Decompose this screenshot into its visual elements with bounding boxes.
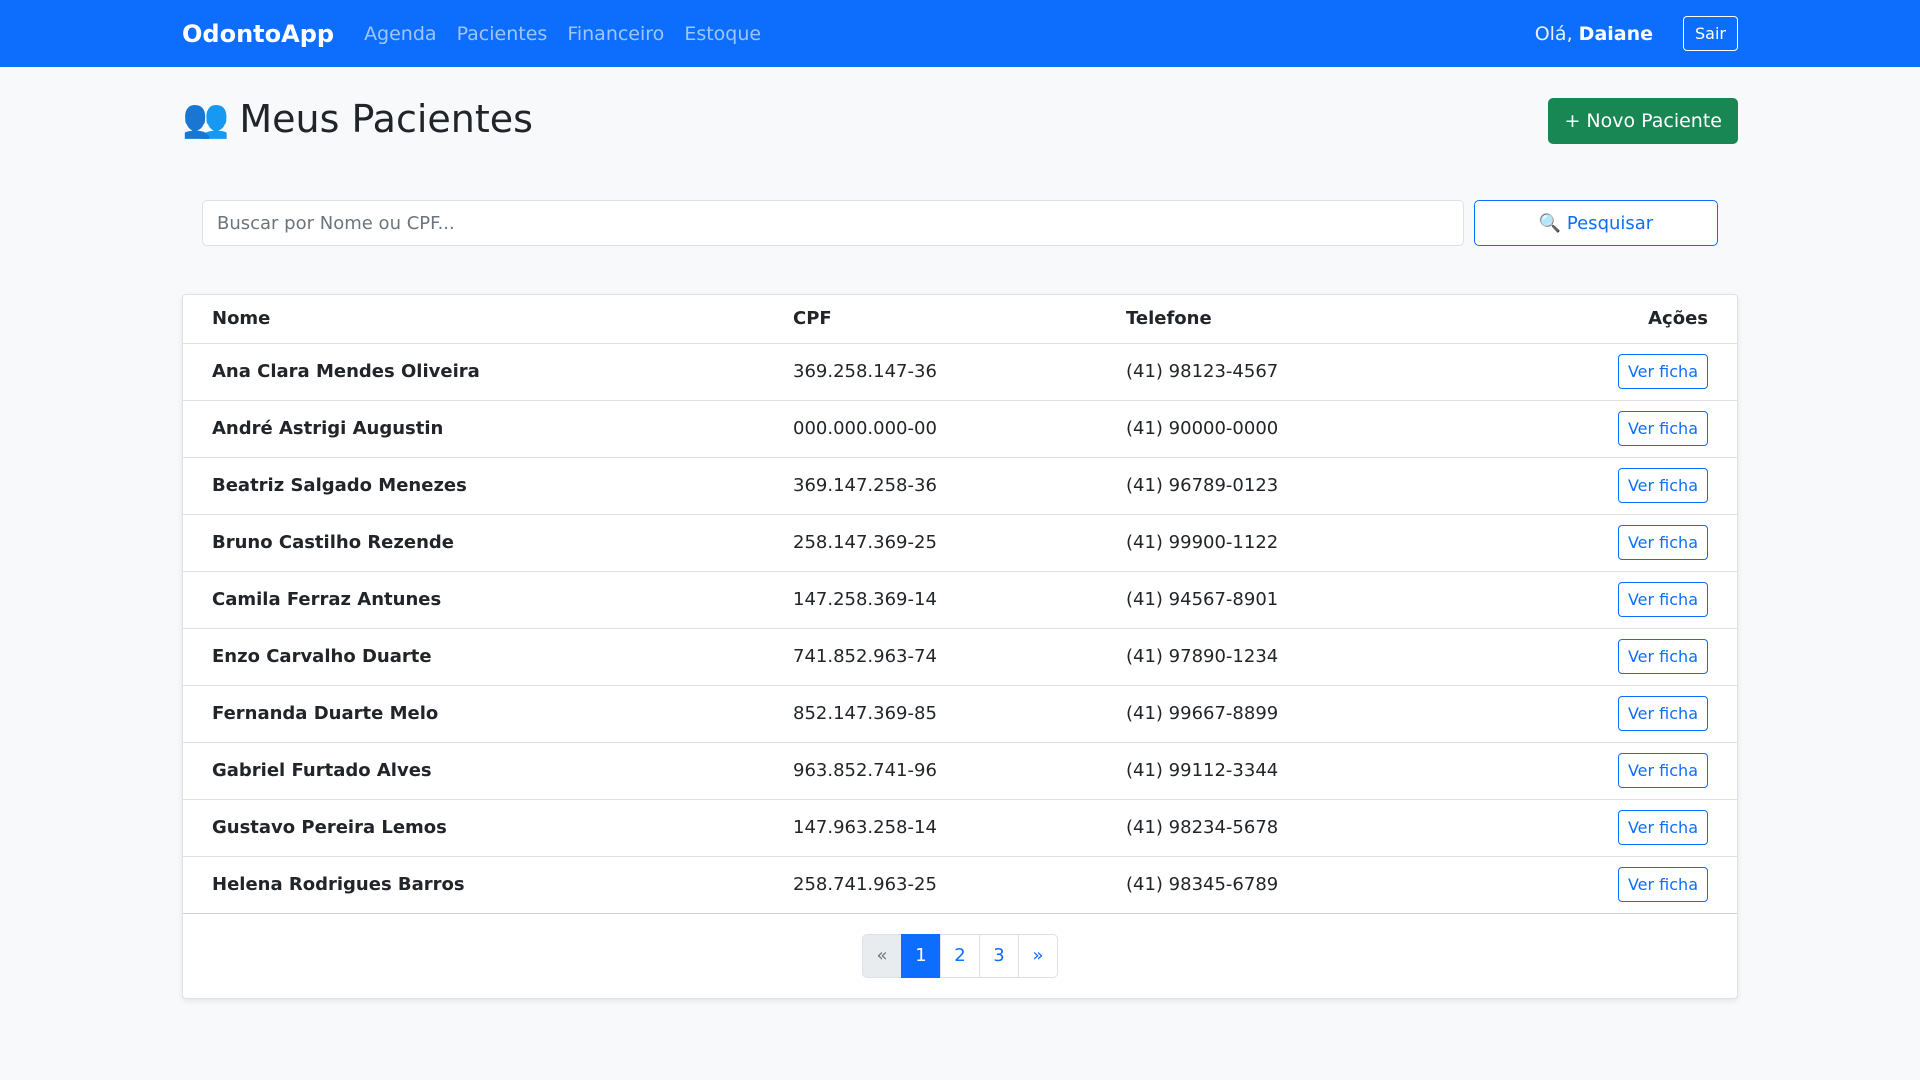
- patient-cpf: 147.963.258-14: [764, 799, 1097, 857]
- patient-cpf: 000.000.000-00: [764, 400, 1097, 458]
- search-bar: 🔍 Pesquisar: [182, 200, 1738, 246]
- patient-name: Fernanda Duarte Melo: [183, 685, 764, 743]
- patient-actions: Ver ficha: [1472, 571, 1737, 629]
- patient-cpf: 147.258.369-14: [764, 571, 1097, 629]
- table-row: Ana Clara Mendes Oliveira 369.258.147-36(…: [183, 343, 1737, 401]
- patient-phone: (41) 98234-5678: [1097, 799, 1473, 857]
- search-input[interactable]: [202, 200, 1464, 246]
- view-record-button[interactable]: Ver ficha: [1617, 696, 1708, 731]
- new-patient-button[interactable]: + Novo Paciente: [1548, 98, 1738, 144]
- table-row: Fernanda Duarte Melo 852.147.369-85 (41) 9…: [183, 685, 1737, 743]
- patient-cpf: 258.147.369-25: [764, 514, 1097, 572]
- table-row: Bruno Castilho Rezende 258.147.369-25 (41)…: [183, 514, 1737, 572]
- patient-phone: (41) 98345-6789: [1097, 856, 1473, 914]
- patient-name: Helena Rodrigues Barros: [183, 856, 764, 914]
- top-navbar: OdontoApp Agenda Pacientes Financeiro Es…: [0, 0, 1920, 67]
- patient-phone: (41) 99900-1122: [1097, 514, 1473, 572]
- patient-actions: Ver ficha: [1472, 685, 1737, 743]
- column-header-actions: Ações: [1472, 295, 1737, 344]
- patient-name: Gustavo Pereira Lemos: [183, 799, 764, 857]
- patients-table: Nome CPF Telefone Ações Ana Clara Mendes…: [183, 295, 1737, 914]
- patient-cpf: 852.147.369-85: [764, 685, 1097, 743]
- patient-actions: Ver ficha: [1472, 514, 1737, 572]
- brand-logo[interactable]: OdontoApp: [182, 20, 334, 48]
- patient-actions: Ver ficha: [1472, 799, 1737, 857]
- logout-button[interactable]: Sair: [1683, 16, 1738, 51]
- patient-name: Camila Ferraz Antunes: [183, 571, 764, 629]
- pagination-wrapper: « 1 2 3 »: [183, 914, 1737, 998]
- patient-name: Bruno Castilho Rezende: [183, 514, 764, 572]
- page-header: 👥 Meus Pacientes + Novo Paciente: [182, 67, 1738, 144]
- table-row: André Astrigi Augustin 000.000.000-00 (41)…: [183, 400, 1737, 458]
- patient-name: Ana Clara Mendes Oliveira: [183, 343, 764, 401]
- pagination-page-1[interactable]: 1: [901, 933, 941, 978]
- patient-phone: (41) 96789-0123: [1097, 457, 1473, 515]
- user-greeting: Olá, Daiane: [1535, 23, 1653, 45]
- patient-actions: Ver ficha: [1472, 343, 1737, 401]
- table-row: Beatriz Salgado Menezes 369.147.258-36 (41…: [183, 457, 1737, 515]
- view-record-button[interactable]: Ver ficha: [1617, 753, 1708, 788]
- nav-link-pacientes[interactable]: Pacientes: [457, 23, 548, 45]
- patient-name: Beatriz Salgado Menezes: [183, 457, 764, 515]
- patient-phone: (41) 99667-8899: [1097, 685, 1473, 743]
- pagination: « 1 2 3 »: [862, 933, 1058, 978]
- user-name: Daiane: [1578, 22, 1654, 45]
- main-container: 👥 Meus Pacientes + Novo Paciente 🔍 Pesqu…: [0, 67, 1920, 999]
- pagination-page-3[interactable]: 3: [979, 933, 1019, 978]
- patient-phone: (41) 99112-3344: [1097, 742, 1473, 800]
- view-record-button[interactable]: Ver ficha: [1617, 582, 1708, 617]
- view-record-button[interactable]: Ver ficha: [1617, 354, 1708, 389]
- page-title-text: Meus Pacientes: [239, 96, 533, 141]
- table-row: Gustavo Pereira Lemos 147.963.258-14 (41) …: [183, 799, 1737, 857]
- patient-cpf: 258.741.963-25: [764, 856, 1097, 914]
- pagination-next[interactable]: »: [1018, 933, 1058, 978]
- patient-cpf: 369.147.258-36: [764, 457, 1097, 515]
- view-record-button[interactable]: Ver ficha: [1617, 867, 1708, 902]
- column-header-cpf: CPF: [764, 295, 1097, 344]
- patient-actions: Ver ficha: [1472, 400, 1737, 458]
- patient-actions: Ver ficha: [1472, 457, 1737, 515]
- page-title: 👥 Meus Pacientes: [182, 96, 533, 141]
- view-record-button[interactable]: Ver ficha: [1617, 525, 1708, 560]
- table-header-row: Nome CPF Telefone Ações: [183, 295, 1737, 344]
- column-header-phone: Telefone: [1097, 295, 1473, 344]
- pagination-page-2[interactable]: 2: [940, 933, 980, 978]
- view-record-button[interactable]: Ver ficha: [1617, 411, 1708, 446]
- users-icon: 👥: [182, 96, 230, 140]
- patient-cpf: 741.852.963-74: [764, 628, 1097, 686]
- patient-phone: (41) 98123-4567: [1097, 343, 1473, 401]
- table-row: Gabriel Furtado Alves 963.852.741-96 (41) …: [183, 742, 1737, 800]
- view-record-button[interactable]: Ver ficha: [1617, 810, 1708, 845]
- greeting-prefix: Olá,: [1534, 22, 1573, 45]
- patient-actions: Ver ficha: [1472, 856, 1737, 914]
- patient-name: Gabriel Furtado Alves: [183, 742, 764, 800]
- nav-link-estoque[interactable]: Estoque: [684, 23, 761, 45]
- patient-cpf: 369.258.147-36: [764, 343, 1097, 401]
- patient-phone: (41) 90000-0000: [1097, 400, 1473, 458]
- nav-link-agenda[interactable]: Agenda: [364, 23, 437, 45]
- view-record-button[interactable]: Ver ficha: [1617, 639, 1708, 674]
- pagination-prev[interactable]: «: [862, 933, 902, 978]
- patient-phone: (41) 97890-1234: [1097, 628, 1473, 686]
- patient-actions: Ver ficha: [1472, 628, 1737, 686]
- table-row: Enzo Carvalho Duarte 741.852.963-74 (41) 9…: [183, 628, 1737, 686]
- patient-cpf: 963.852.741-96: [764, 742, 1097, 800]
- column-header-name: Nome: [183, 295, 764, 344]
- table-row: Helena Rodrigues Barros 258.741.963-25 (41…: [183, 856, 1737, 914]
- patients-card: Nome CPF Telefone Ações Ana Clara Mendes…: [182, 294, 1738, 999]
- patient-actions: Ver ficha: [1472, 742, 1737, 800]
- search-button[interactable]: 🔍 Pesquisar: [1474, 200, 1718, 246]
- nav-link-financeiro[interactable]: Financeiro: [567, 23, 664, 45]
- patient-phone: (41) 94567-8901: [1097, 571, 1473, 629]
- table-body: Ana Clara Mendes Oliveira 369.258.147-36(…: [183, 343, 1737, 914]
- patient-name: André Astrigi Augustin: [183, 400, 764, 458]
- patient-name: Enzo Carvalho Duarte: [183, 628, 764, 686]
- table-row: Camila Ferraz Antunes 147.258.369-14 (41) …: [183, 571, 1737, 629]
- view-record-button[interactable]: Ver ficha: [1617, 468, 1708, 503]
